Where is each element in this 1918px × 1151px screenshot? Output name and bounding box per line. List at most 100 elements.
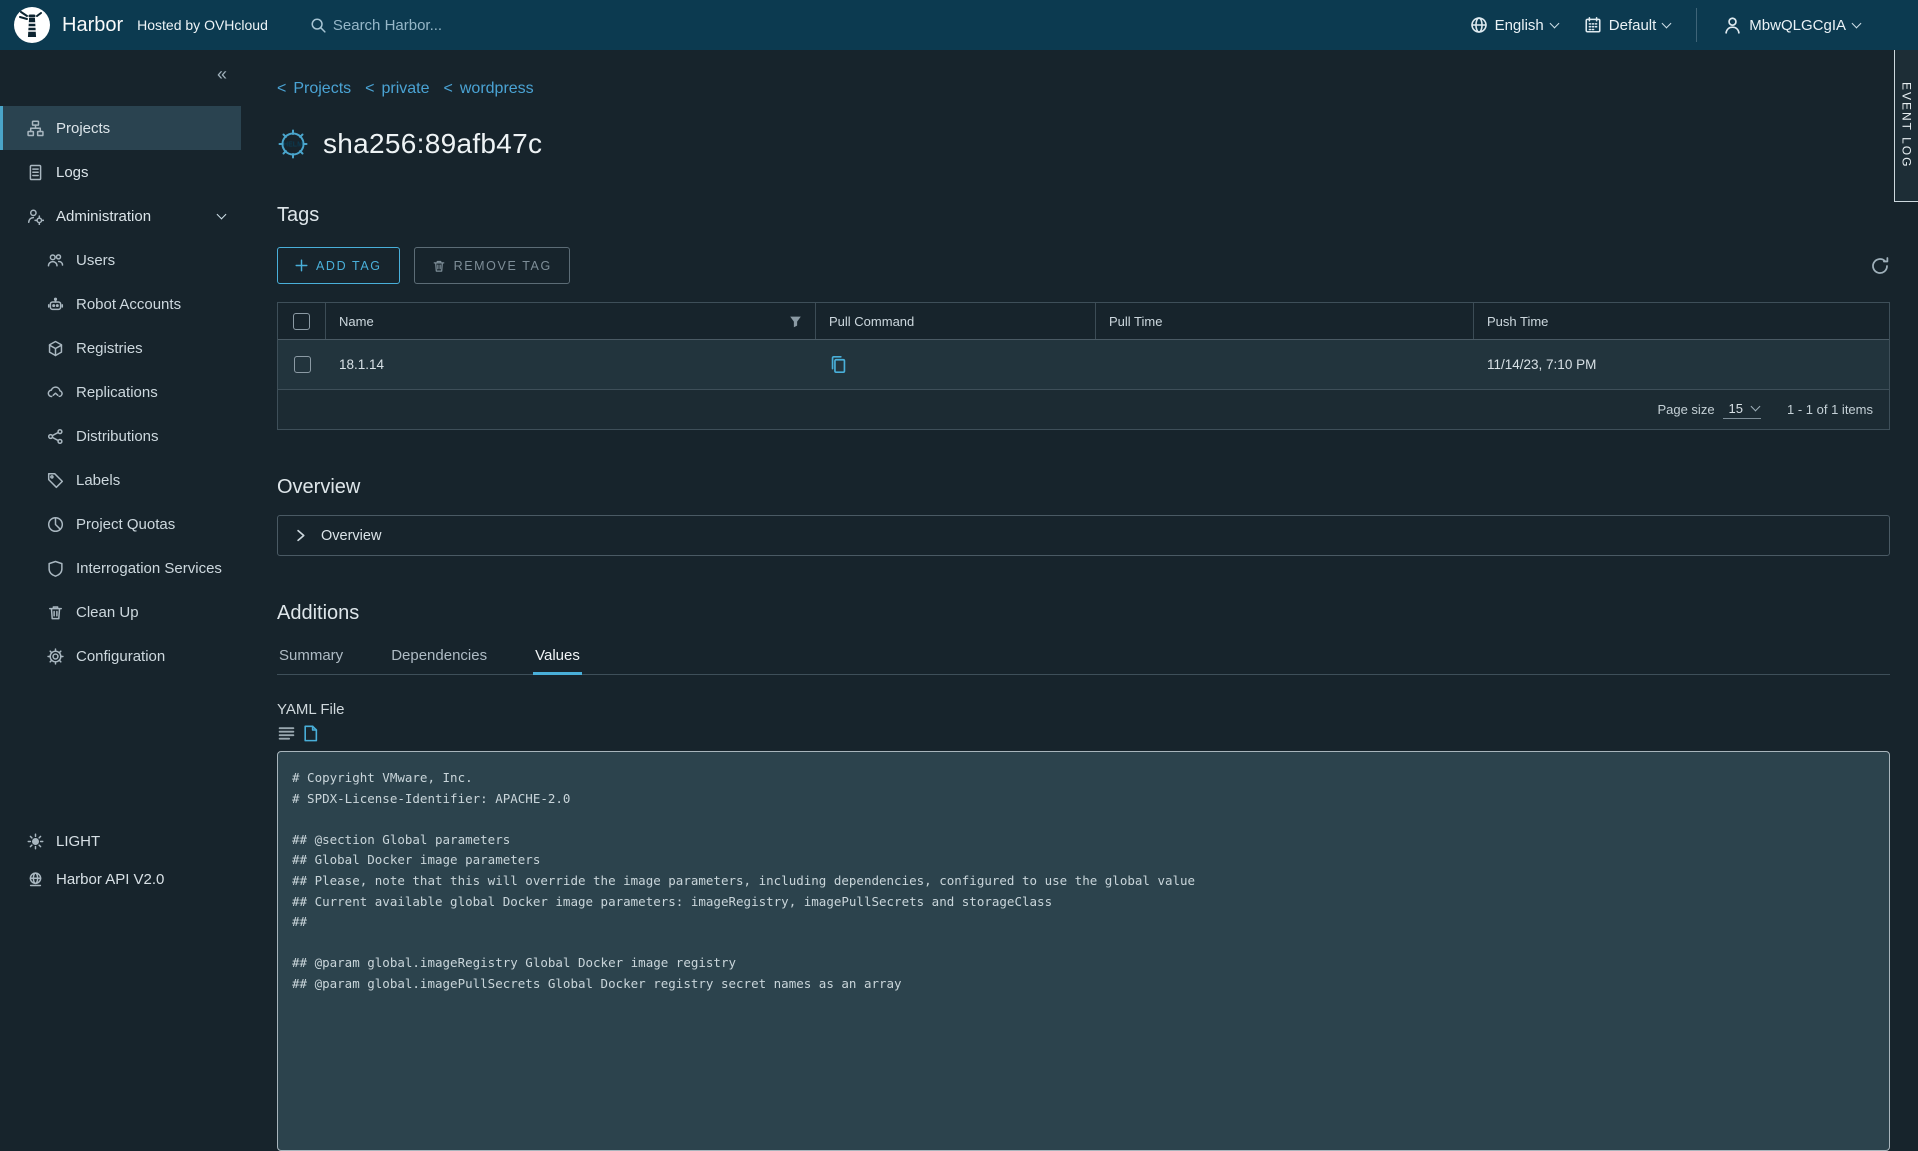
- cloud-icon: [47, 384, 64, 401]
- api-globe-icon: [27, 871, 44, 888]
- breadcrumb-separator: <: [444, 80, 453, 98]
- sidebar-item-label: Project Quotas: [76, 516, 175, 533]
- sidebar-item-replications[interactable]: Replications: [0, 370, 241, 414]
- sidebar-item-registries[interactable]: Registries: [0, 326, 241, 370]
- remove-tag-label: REMOVE TAG: [454, 259, 552, 273]
- pie-icon: [47, 516, 64, 533]
- user-menu[interactable]: MbwQLGCgIA: [1723, 16, 1860, 35]
- trash-icon: [47, 604, 64, 621]
- tab-summary[interactable]: Summary: [277, 641, 345, 674]
- brand[interactable]: Harbor Hosted by OVHcloud: [0, 7, 286, 43]
- refresh-button[interactable]: [1870, 256, 1890, 276]
- global-search[interactable]: [310, 17, 1470, 34]
- table-footer: Page size 15 1 - 1 of 1 items: [278, 389, 1889, 429]
- search-input[interactable]: [333, 17, 673, 34]
- breadcrumb-label: wordpress: [460, 80, 534, 98]
- language-selector[interactable]: English: [1470, 16, 1558, 34]
- breadcrumb-separator: <: [277, 80, 286, 98]
- username-label: MbwQLGCgIA: [1749, 17, 1846, 34]
- theme-toggle-light[interactable]: LIGHT: [0, 822, 241, 860]
- sidebar-item-users[interactable]: Users: [0, 238, 241, 282]
- users-icon: [47, 252, 64, 269]
- sidebar-item-label: Interrogation Services: [76, 560, 222, 577]
- sidebar-item-harbor-api[interactable]: Harbor API V2.0: [0, 860, 241, 898]
- list-view-icon[interactable]: [277, 725, 296, 742]
- select-all-checkbox[interactable]: [293, 313, 310, 330]
- filter-icon[interactable]: [789, 315, 802, 328]
- brand-title: Harbor: [62, 14, 123, 37]
- sidebar-item-label: LIGHT: [56, 833, 100, 850]
- file-view-icon[interactable]: [302, 724, 319, 743]
- remove-tag-button[interactable]: REMOVE TAG: [414, 247, 570, 284]
- yaml-file-label: YAML File: [277, 701, 1890, 718]
- sidebar-item-projects[interactable]: Projects: [0, 106, 241, 150]
- tag-name-cell: 18.1.14: [326, 340, 816, 389]
- page-title: sha256:89afb47c: [323, 128, 542, 160]
- tag-icon: [47, 472, 64, 489]
- sidebar-item-interrogation-services[interactable]: Interrogation Services: [0, 546, 241, 590]
- yaml-code-block[interactable]: # Copyright VMware, Inc. # SPDX-License-…: [277, 751, 1890, 1151]
- plus-icon: [295, 259, 308, 272]
- overview-panel-label: Overview: [321, 528, 381, 544]
- tab-dependencies[interactable]: Dependencies: [389, 641, 489, 674]
- sidebar-item-logs[interactable]: Logs: [0, 150, 241, 194]
- breadcrumb-wordpress[interactable]: < wordpress: [444, 80, 534, 98]
- sidebar-item-configuration[interactable]: Configuration: [0, 634, 241, 678]
- breadcrumb-label: Projects: [293, 80, 351, 98]
- tab-values[interactable]: Values: [533, 641, 582, 674]
- user-icon: [1723, 16, 1742, 35]
- chevron-down-icon: [1662, 19, 1672, 29]
- sidebar-collapse-button[interactable]: «: [217, 64, 227, 85]
- sidebar-item-clean-up[interactable]: Clean Up: [0, 590, 241, 634]
- breadcrumb: < Projects < private < wordpress: [277, 80, 1890, 98]
- calendar-icon: [1584, 16, 1602, 34]
- overview-accordion[interactable]: Overview: [277, 515, 1890, 556]
- breadcrumb-private[interactable]: < private: [365, 80, 429, 98]
- page-size-label: Page size: [1657, 402, 1714, 417]
- add-tag-button[interactable]: ADD TAG: [277, 247, 400, 284]
- yaml-content: # Copyright VMware, Inc. # SPDX-License-…: [292, 768, 1875, 995]
- add-tag-label: ADD TAG: [316, 259, 382, 273]
- sidebar-item-label: Configuration: [76, 648, 165, 665]
- pull-time-cell: [1096, 340, 1474, 389]
- scope-selector[interactable]: Default: [1584, 16, 1671, 34]
- sidebar-item-label: Replications: [76, 384, 158, 401]
- app-header: Harbor Hosted by OVHcloud English Defaul…: [0, 0, 1918, 50]
- search-icon: [310, 17, 327, 34]
- cube-icon: [47, 340, 64, 357]
- gear-icon: [47, 648, 64, 665]
- sidebar-item-project-quotas[interactable]: Project Quotas: [0, 502, 241, 546]
- sidebar-item-distributions[interactable]: Distributions: [0, 414, 241, 458]
- sidebar-item-label: Clean Up: [76, 604, 139, 621]
- caret-right-icon: [294, 529, 307, 542]
- refresh-icon: [1870, 256, 1890, 276]
- trash-icon: [432, 259, 446, 273]
- administration-icon: [27, 208, 44, 225]
- sidebar: « Projects Logs Administration Users: [0, 50, 241, 914]
- tag-name: 18.1.14: [339, 357, 384, 372]
- chevron-down-icon: [1852, 19, 1862, 29]
- row-checkbox[interactable]: [294, 356, 311, 373]
- svg-text:HELM: HELM: [283, 142, 303, 149]
- chevron-down-icon: [1751, 402, 1761, 412]
- table-row: 18.1.14 11/14/23, 7:10 PM: [278, 340, 1889, 389]
- column-pull-command: Pull Command: [816, 303, 1096, 339]
- copy-icon[interactable]: [829, 355, 848, 374]
- breadcrumb-projects[interactable]: < Projects: [277, 80, 351, 98]
- sidebar-item-label: Robot Accounts: [76, 296, 181, 313]
- sidebar-item-administration[interactable]: Administration: [0, 194, 241, 238]
- main-content: < Projects < private < wordpress HELM sh…: [241, 50, 1918, 914]
- sidebar-item-label: Projects: [56, 120, 110, 137]
- sidebar-item-labels[interactable]: Labels: [0, 458, 241, 502]
- helm-badge-icon: HELM: [277, 128, 309, 160]
- brand-subtitle: Hosted by OVHcloud: [137, 17, 268, 33]
- logs-icon: [27, 164, 44, 181]
- tags-heading: Tags: [277, 204, 1890, 227]
- breadcrumb-separator: <: [365, 80, 374, 98]
- sidebar-item-robot-accounts[interactable]: Robot Accounts: [0, 282, 241, 326]
- event-log-tab[interactable]: EVENT LOG: [1894, 50, 1918, 202]
- table-header: Name Pull Command Pull Time Push Time: [278, 303, 1889, 340]
- column-push-time: Push Time: [1474, 303, 1889, 339]
- sun-icon: [27, 833, 44, 850]
- page-size-select[interactable]: 15: [1723, 401, 1761, 419]
